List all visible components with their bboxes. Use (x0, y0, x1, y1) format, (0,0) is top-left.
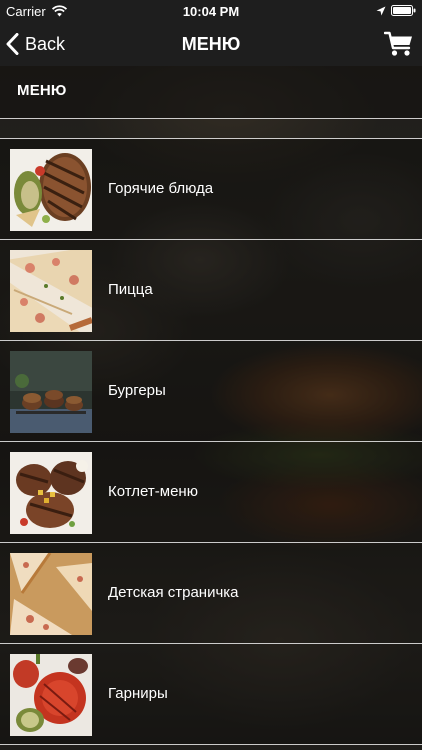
cart-icon[interactable] (384, 30, 414, 58)
menu-item-label: Котлет-меню (108, 483, 198, 500)
status-bar: Carrier 10:04 PM (0, 0, 422, 22)
menu-item-kids-page[interactable]: Детская страничка (0, 543, 422, 644)
navigation-bar: Back МЕНЮ (0, 22, 422, 66)
pizza-photo (10, 250, 92, 332)
menu-item-hot-dishes[interactable]: Горячие блюда (0, 139, 422, 240)
menu-item-pizza[interactable]: Пицца (0, 240, 422, 341)
back-label: Back (25, 33, 66, 54)
menu-list: Горячие блюда Пицца Бургеры Котлет-меню … (0, 139, 422, 745)
app-screen: Carrier 10:04 PM Back МЕНЮ МЕНЮ Горячие … (0, 0, 422, 750)
pizza-slices-photo (10, 553, 92, 635)
grilled-vegetables-photo (10, 654, 92, 736)
menu-item-label: Горячие блюда (108, 180, 214, 197)
chevron-left-icon (6, 33, 19, 55)
menu-item-label: Пицца (108, 281, 153, 298)
menu-item-burgers[interactable]: Бургеры (0, 341, 422, 442)
menu-item-label: Гарниры (108, 685, 168, 702)
battery-icon (391, 5, 416, 16)
section-title: МЕНЮ (17, 82, 67, 99)
menu-item-label: Бургеры (108, 382, 166, 399)
section-header: МЕНЮ (0, 66, 422, 118)
divider (0, 118, 422, 119)
menu-item-cutlet-menu[interactable]: Котлет-меню (0, 442, 422, 543)
menu-item-side-dishes[interactable]: Гарниры (0, 644, 422, 745)
cutlet-photo (10, 452, 92, 534)
status-time: 10:04 PM (182, 4, 240, 19)
location-arrow-icon (376, 6, 386, 16)
menu-item-label: Детская страничка (108, 584, 239, 601)
grilled-steak-photo (10, 149, 92, 231)
burgers-photo (10, 351, 92, 433)
back-button[interactable]: Back (6, 22, 65, 66)
